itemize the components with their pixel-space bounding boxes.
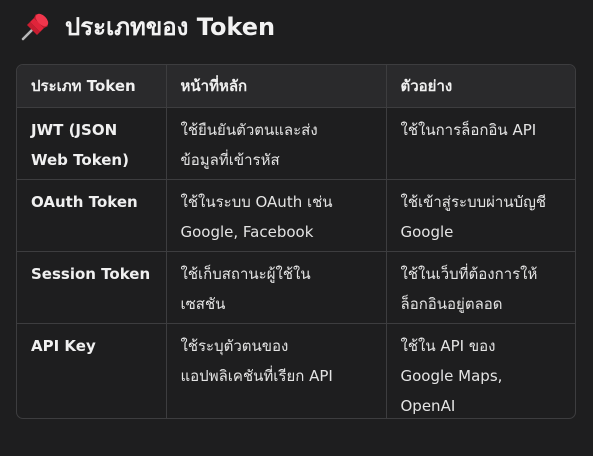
cell-line: Google, Facebook — [180, 223, 314, 241]
table-row: API Key ใช้ระบุตัวตนของ แอปพลิเคชันที่เร… — [17, 323, 575, 419]
section-heading: ประเภทของ Token — [19, 8, 275, 44]
cell-main-role: ใช้เก็บสถานะผู้ใช้ใน เซสชัน — [166, 251, 387, 324]
cell-line: API Key — [31, 337, 96, 355]
header-example: ตัวอย่าง — [386, 65, 575, 108]
cell-line: แอปพลิเคชันที่เรียก API — [180, 367, 333, 385]
header-main-role: หน้าที่หลัก — [166, 65, 387, 108]
cell-example: ใช้ในการล็อกอิน API — [386, 107, 575, 180]
cell-line: Google Maps, — [400, 367, 503, 385]
cell-token-type: API Key — [17, 323, 167, 418]
header-token-type: ประเภท Token — [17, 65, 167, 108]
cell-line: ใช้ในระบบ OAuth เช่น — [180, 193, 333, 211]
cell-line: ข้อมูลที่เข้ารหัส — [180, 151, 280, 169]
token-types-table: ประเภท Token หน้าที่หลัก ตัวอย่าง JWT (J… — [16, 64, 576, 419]
table-row: JWT (JSON Web Token) ใช้ยืนยันตัวตนและส่… — [17, 107, 575, 180]
cell-token-type: Session Token — [17, 251, 167, 324]
table-row: OAuth Token ใช้ในระบบ OAuth เช่น Google,… — [17, 179, 575, 252]
cell-line: OpenAI — [400, 397, 456, 415]
cell-line: ใช้ยืนยันตัวตนและส่ง — [180, 121, 318, 139]
cell-main-role: ใช้ในระบบ OAuth เช่น Google, Facebook — [166, 179, 387, 252]
cell-line: Web Token) — [31, 151, 129, 169]
cell-example: ใช้เข้าสู่ระบบผ่านบัญชี Google — [386, 179, 575, 252]
section-title: ประเภทของ Token — [65, 12, 276, 41]
cell-example: ใช้ในเว็บที่ต้องการให้ ล็อกอินอยู่ตลอด — [386, 251, 575, 324]
cell-line: Session Token — [31, 265, 151, 283]
cell-line: Google — [400, 223, 454, 241]
cell-main-role: ใช้ยืนยันตัวตนและส่ง ข้อมูลที่เข้ารหัส — [166, 107, 387, 180]
cell-line: ล็อกอินอยู่ตลอด — [400, 295, 503, 313]
cell-token-type: JWT (JSON Web Token) — [17, 107, 167, 180]
cell-token-type: OAuth Token — [17, 179, 167, 252]
cell-line: ใช้เก็บสถานะผู้ใช้ใน — [180, 265, 311, 283]
cell-line: เซสชัน — [180, 295, 226, 313]
cell-line: ใช้ใน API ของ — [400, 337, 496, 355]
table-row: Session Token ใช้เก็บสถานะผู้ใช้ใน เซสชั… — [17, 251, 575, 324]
cell-line: JWT (JSON — [31, 121, 118, 139]
cell-line: ใช้เข้าสู่ระบบผ่านบัญชี — [400, 193, 547, 211]
cell-line: ใช้ระบุตัวตนของ — [180, 337, 289, 355]
cell-example: ใช้ใน API ของ Google Maps, OpenAI — [386, 324, 575, 419]
table-header-row: ประเภท Token หน้าที่หลัก ตัวอย่าง — [17, 65, 575, 108]
cell-line: ใช้ในการล็อกอิน API — [400, 121, 537, 139]
cell-main-role: ใช้ระบุตัวตนของ แอปพลิเคชันที่เรียก API — [166, 323, 387, 418]
cell-line: OAuth Token — [31, 193, 138, 211]
cell-line: ใช้ในเว็บที่ต้องการให้ — [400, 265, 538, 283]
pushpin-icon — [21, 13, 49, 41]
